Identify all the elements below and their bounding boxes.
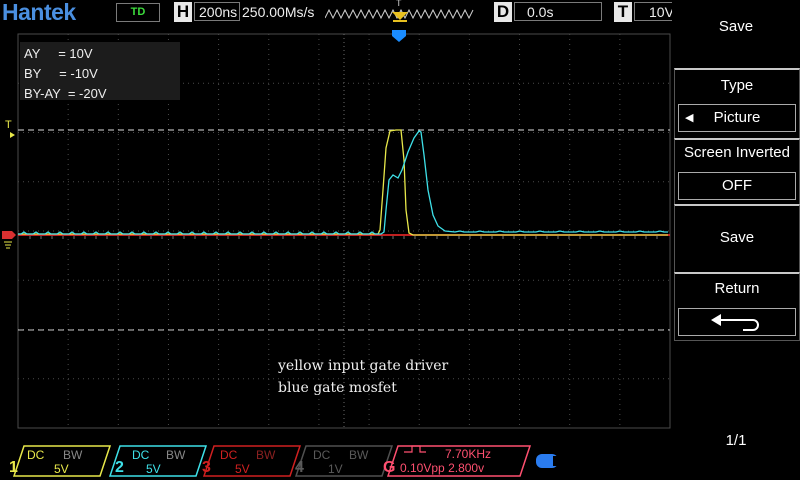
generator-label: G — [383, 459, 396, 476]
ch1-trace — [18, 129, 668, 236]
annotation-line-1: yellow input gate driver — [278, 358, 449, 374]
timebase-value[interactable]: 200ns — [194, 2, 240, 21]
screen-inverted-value[interactable]: OFF — [678, 172, 796, 200]
usb-icon — [536, 454, 560, 468]
channel-1-coupling: DC — [27, 448, 45, 462]
generator-offset: 2.800v — [448, 461, 485, 475]
channel-1-bw: BW — [63, 448, 83, 462]
generator-amplitude-offset: 0.10Vpp 2.800v — [400, 461, 484, 475]
channel-4-number: 4 — [295, 459, 304, 476]
channel-4-scale: 1V — [328, 462, 343, 476]
trigger-waveform-icon — [325, 8, 474, 22]
menu-page-indicator: 1/1 — [725, 432, 747, 449]
mode-indicator[interactable]: TD — [116, 3, 160, 22]
channel-1-scale: 5V — [54, 462, 69, 476]
measurement-diff: BY-AY = -20V — [24, 86, 107, 101]
channel-3-coupling: DC — [220, 448, 238, 462]
type-value: Picture — [713, 109, 761, 126]
trigger-level-marker: T — [5, 119, 12, 131]
ch2-trace — [18, 130, 668, 235]
sample-rate: 250.00Ms/s — [242, 4, 315, 20]
save-label: Save — [719, 229, 755, 246]
top-status-bar: Hantek TD H 200ns 250.00Ms/s T D 0.0s T … — [0, 0, 672, 26]
horizontal-label: H — [174, 2, 192, 22]
return-arrow-icon — [711, 314, 759, 331]
channel-4-coupling: DC — [313, 448, 331, 462]
trigger-label: T — [614, 2, 632, 22]
ground-symbol-icon — [4, 241, 12, 249]
channel-2-number: 2 — [115, 459, 124, 476]
screen-inverted-option[interactable]: Screen Inverted OFF — [674, 138, 800, 206]
trigger-position-marker: T — [396, 0, 402, 8]
channel-1-number: 1 — [9, 459, 18, 476]
trigger-level-value[interactable]: 10V — [634, 2, 672, 21]
ground-marker-icon — [2, 231, 16, 239]
brand-logo: Hantek — [2, 0, 76, 25]
channel-2-scale: 5V — [146, 462, 161, 476]
type-value-box[interactable]: ◀ Picture — [678, 104, 796, 132]
save-button[interactable]: Save — [674, 204, 800, 274]
trigger-level-arrow — [10, 132, 15, 138]
delay-label: D — [494, 2, 512, 22]
side-menu: Save Type ◀ Picture Screen Inverted OFF … — [672, 0, 800, 480]
channel-2-coupling: DC — [132, 448, 150, 462]
left-arrow-icon: ◀ — [685, 112, 694, 124]
channel-3-scale: 5V — [235, 462, 250, 476]
generator-amplitude: 0.10Vpp — [400, 461, 445, 475]
trigger-position-icon — [392, 30, 406, 42]
channel-3-bw: BW — [256, 448, 276, 462]
menu-title: Save — [718, 18, 754, 35]
return-arrow-box[interactable] — [678, 308, 796, 336]
channel-3-number: 3 — [202, 459, 211, 476]
annotation-line-2: blue gate mosfet — [278, 380, 397, 396]
generator-frequency: 7.70KHz — [445, 447, 492, 461]
measurement-by: BY = -10V — [24, 66, 98, 81]
screen-inverted-label: Screen Inverted — [684, 144, 790, 161]
channel-4-bw: BW — [349, 448, 369, 462]
delay-value[interactable]: 0.0s — [514, 2, 602, 21]
return-button[interactable]: Return — [674, 272, 800, 341]
type-label: Type — [720, 77, 754, 94]
type-option[interactable]: Type ◀ Picture — [674, 68, 800, 140]
measurement-ay: AY = 10V — [24, 46, 93, 61]
return-label: Return — [714, 280, 760, 297]
cursor-measurement-panel: AY = 10V BY = -10V BY-AY = -20V — [20, 42, 180, 101]
channel-2-bw: BW — [166, 448, 186, 462]
